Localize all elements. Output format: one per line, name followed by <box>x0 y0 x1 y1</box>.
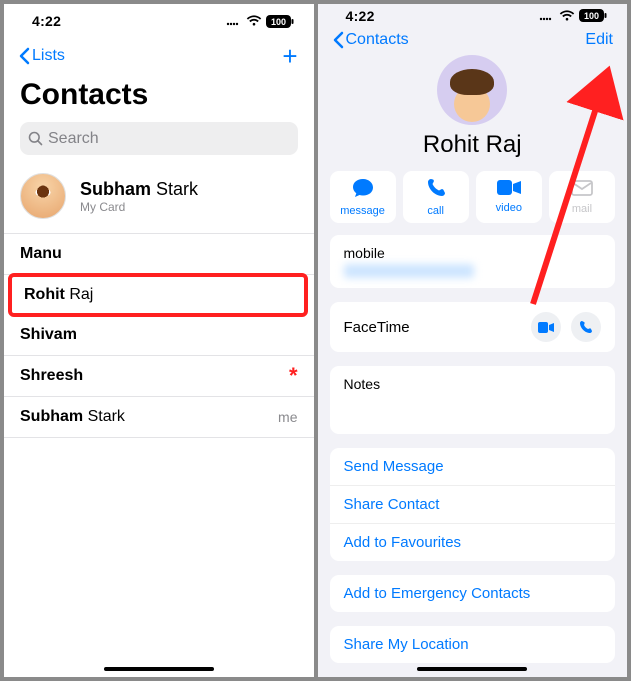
action-buttons: message call video mail <box>318 171 628 235</box>
status-time: 4:22 <box>32 13 61 29</box>
wifi-icon <box>246 15 262 27</box>
star-icon: * <box>289 369 298 382</box>
video-button[interactable]: video <box>476 171 542 223</box>
my-card-name: Subham Stark <box>80 179 198 200</box>
status-bar: 4:22 100 <box>318 4 628 28</box>
contact-name: Rohit Raj <box>24 286 93 304</box>
contact-name: Shreesh <box>20 367 83 385</box>
phone-icon <box>579 320 593 334</box>
my-card-subtitle: My Card <box>80 200 198 214</box>
action-link[interactable]: Send Message <box>330 448 616 485</box>
status-bar: 4:22 100 <box>4 4 314 38</box>
action-link[interactable]: Add to Favourites <box>330 523 616 561</box>
row-trail: me <box>278 409 297 425</box>
actions-card-2: Add to Emergency Contacts <box>330 575 616 612</box>
link-label: Share Contact <box>344 496 440 513</box>
wifi-icon <box>559 10 575 22</box>
call-button[interactable]: call <box>403 171 469 223</box>
nav-bar: Lists + <box>4 38 314 74</box>
mail-button: mail <box>549 171 615 223</box>
link-label: Add to Emergency Contacts <box>344 585 531 602</box>
facetime-label: FaceTime <box>344 319 410 336</box>
home-indicator[interactable] <box>417 667 527 671</box>
contact-name: Shivam <box>20 326 77 344</box>
link-label: Send Message <box>344 458 444 475</box>
contact-name: Manu <box>20 245 62 263</box>
notes-label: Notes <box>344 376 381 392</box>
notes-card[interactable]: Notes <box>330 366 616 434</box>
link-label: Share My Location <box>344 636 469 653</box>
contact-header: Rohit Raj <box>318 53 628 171</box>
contact-name: Rohit Raj <box>423 131 522 159</box>
svg-text:100: 100 <box>270 16 285 26</box>
search-placeholder: Search <box>48 130 99 148</box>
action-link[interactable]: Share Contact <box>330 485 616 523</box>
back-label: Lists <box>32 47 65 65</box>
search-icon <box>28 131 43 146</box>
video-icon <box>497 180 521 200</box>
back-button[interactable]: Lists <box>18 47 65 65</box>
contact-detail-screen: 4:22 100 Contacts Edit Rohit Raj message… <box>318 4 628 677</box>
search-input[interactable]: Search <box>20 122 298 155</box>
facetime-card: FaceTime <box>330 302 616 352</box>
contact-row[interactable]: Rohit Raj <box>8 273 308 317</box>
action-label: call <box>427 205 444 217</box>
link-label: Add to Favourites <box>344 534 462 551</box>
contact-row[interactable]: Shivam <box>4 315 314 356</box>
contact-row[interactable]: Manu <box>4 234 314 275</box>
battery-icon: 100 <box>266 15 294 28</box>
contact-list: Manu Rohit Raj Shivam Shreesh * Subham Stark m… <box>4 234 314 677</box>
my-card[interactable]: Subham Stark My Card <box>4 165 314 234</box>
contact-avatar[interactable] <box>437 55 507 125</box>
phone-label: mobile <box>344 245 385 261</box>
contact-row[interactable]: Subham Stark me <box>4 397 314 438</box>
nav-bar: Contacts Edit <box>318 28 628 53</box>
page-title: Contacts <box>4 74 314 122</box>
contact-row[interactable]: Shreesh * <box>4 356 314 397</box>
phone-card[interactable]: mobile <box>330 235 616 288</box>
edit-button[interactable]: Edit <box>585 31 613 49</box>
svg-text:100: 100 <box>584 11 599 21</box>
contact-name: Subham Stark <box>20 408 125 426</box>
facetime-audio-button[interactable] <box>571 312 601 342</box>
battery-icon: 100 <box>579 9 607 22</box>
video-icon <box>538 322 554 333</box>
status-time: 4:22 <box>346 8 375 24</box>
chevron-left-icon <box>18 47 30 65</box>
phone-number-redacted <box>344 264 474 278</box>
contacts-list-screen: 4:22 100 Lists + Contacts Search Subham … <box>4 4 314 677</box>
home-indicator[interactable] <box>104 667 214 671</box>
message-icon <box>352 178 374 203</box>
action-label: video <box>496 202 522 214</box>
actions-card-1: Send Message Share Contact Add to Favourit… <box>330 448 616 561</box>
action-label: mail <box>572 203 592 215</box>
add-contact-button[interactable]: + <box>282 43 299 69</box>
back-label: Contacts <box>346 31 409 49</box>
chevron-left-icon <box>332 31 344 49</box>
action-link[interactable]: Add to Emergency Contacts <box>330 575 616 612</box>
avatar <box>20 173 66 219</box>
status-indicators: 100 <box>539 9 607 22</box>
status-indicators: 100 <box>226 15 294 28</box>
mail-icon <box>571 180 593 201</box>
actions-card-3: Share My Location <box>330 626 616 663</box>
back-button[interactable]: Contacts <box>332 31 409 49</box>
action-label: message <box>340 205 385 217</box>
action-link[interactable]: Share My Location <box>330 626 616 663</box>
call-icon <box>426 178 446 203</box>
message-button[interactable]: message <box>330 171 396 223</box>
facetime-video-button[interactable] <box>531 312 561 342</box>
